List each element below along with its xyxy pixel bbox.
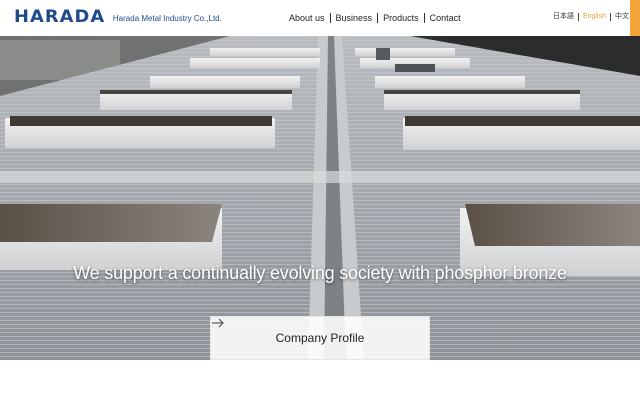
company-profile-label: Company Profile [275,331,365,345]
lang-japanese[interactable]: 日本語 [549,12,578,22]
logo-wordmark: HARADA [14,7,106,27]
nav-products[interactable]: Products [378,12,424,24]
nav-contact[interactable]: Contact [425,12,466,24]
lang-english[interactable]: English [579,12,610,22]
hero-section: We support a continually evolving societ… [0,36,640,360]
arrow-right-icon [212,318,224,328]
accent-bar [630,0,640,36]
hero-factory-roof-photo [0,36,640,360]
company-profile-button[interactable]: Company Profile [210,316,430,360]
main-nav: About us Business Products Contact [284,12,466,24]
company-name: Harada Metal Industry Co.,Ltd. [112,14,222,23]
hero-headline: We support a continually evolving societ… [73,263,567,283]
logo[interactable]: HARADA Harada Metal Industry Co.,Ltd. [14,9,222,26]
nav-about-us[interactable]: About us [284,12,330,24]
site-header: HARADA Harada Metal Industry Co.,Ltd. Ab… [0,0,640,36]
nav-business[interactable]: Business [331,12,378,24]
language-switcher: 日本語 English 中文 [549,12,633,22]
page-content-area [0,360,640,400]
